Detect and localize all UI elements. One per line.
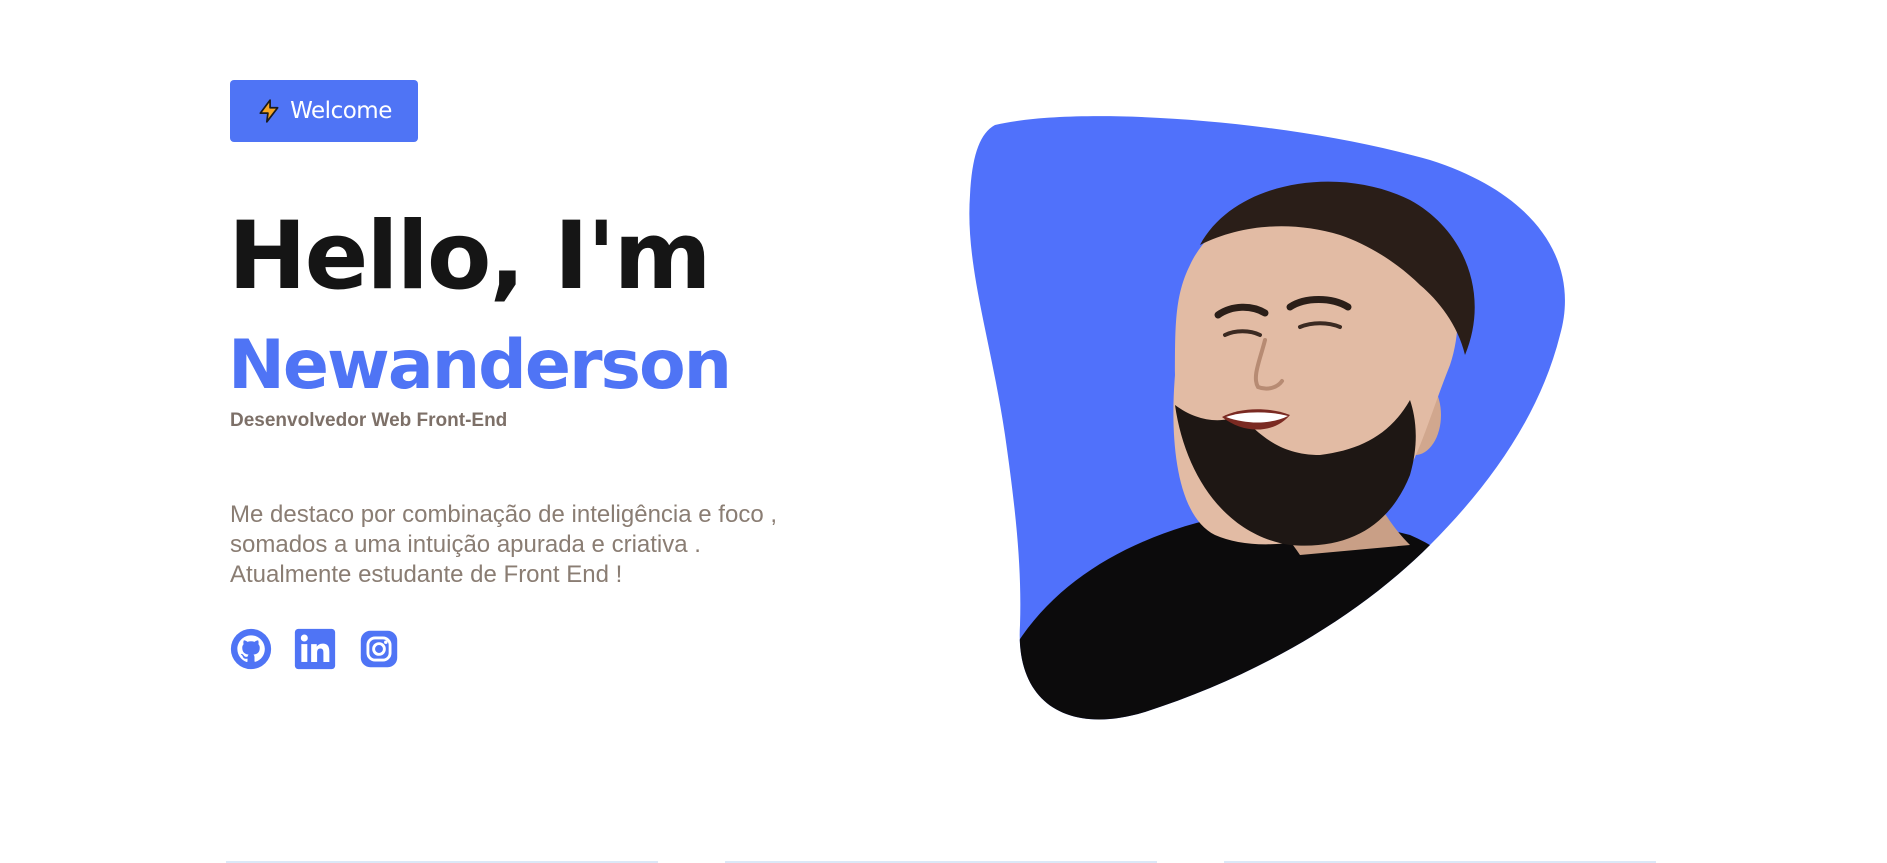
instagram-link[interactable] <box>358 628 400 670</box>
welcome-label: Welcome <box>290 98 392 124</box>
bio-line: Atualmente estudante de Front End ! <box>230 561 623 588</box>
linkedin-link[interactable] <box>294 628 336 670</box>
hero-section: Welcome Hello, I'm Newanderson Desenvolv… <box>0 0 1887 863</box>
bio-text: Me destaco por combinação de inteligênci… <box>230 500 870 590</box>
linkedin-icon <box>294 628 336 670</box>
role-subtitle: Desenvolvedor Web Front-End <box>230 410 508 431</box>
github-icon <box>230 628 272 670</box>
profile-photo <box>960 115 1580 725</box>
headline: Hello, I'm <box>228 202 712 311</box>
profile-blob <box>969 116 1565 720</box>
bio-line: somados a uma intuição apurada e criativ… <box>230 531 701 558</box>
person-name: Newanderson <box>228 326 732 405</box>
instagram-icon <box>360 630 398 668</box>
lightning-icon <box>259 99 279 123</box>
welcome-button[interactable]: Welcome <box>230 80 418 142</box>
bio-line: Me destaco por combinação de inteligênci… <box>230 501 777 528</box>
social-links <box>230 628 400 670</box>
github-link[interactable] <box>230 628 272 670</box>
